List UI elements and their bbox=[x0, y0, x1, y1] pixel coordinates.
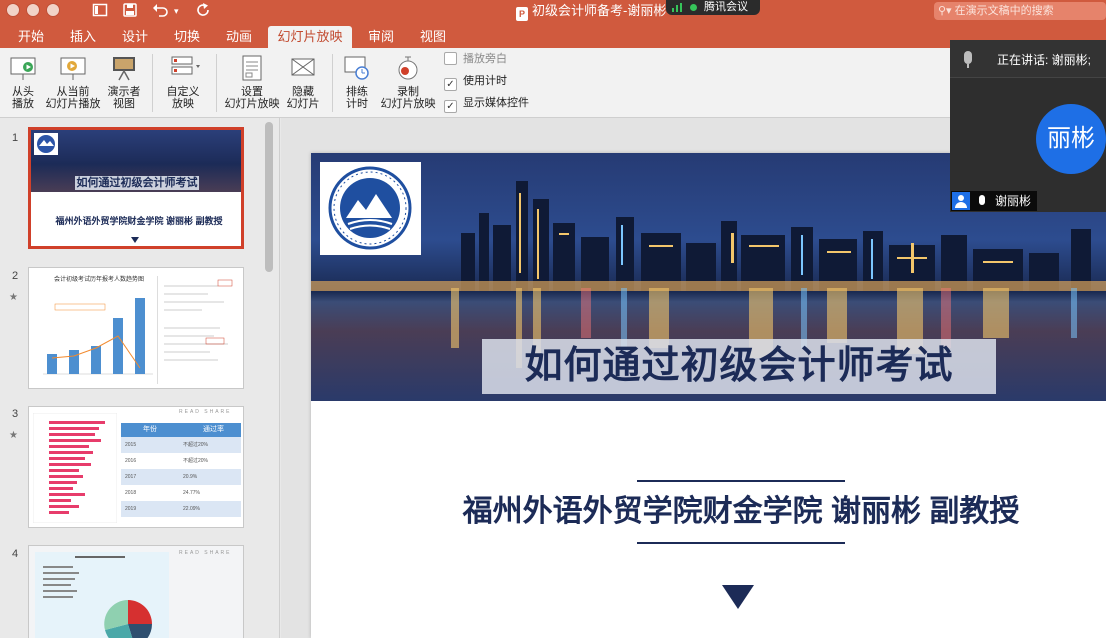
thumb-subtitle: 福州外语外贸学院财金学院 谢丽彬 副教授 bbox=[55, 216, 223, 226]
slide-subtitle[interactable]: 福州外语外贸学院财金学院 谢丽彬 副教授 bbox=[311, 492, 1106, 532]
slide-number: 3 bbox=[12, 408, 19, 420]
play-from-start-button[interactable]: 从头 播放 bbox=[6, 54, 40, 110]
thumb-pink-bar-chart bbox=[33, 413, 117, 523]
thumb-chart-title: 会计初级考试历年报考人数趋势图 bbox=[53, 277, 144, 283]
thumb-text-panel bbox=[157, 276, 237, 384]
tab-slide-show[interactable]: 幻灯片放映 bbox=[268, 26, 352, 48]
ribbon-tabs: 开始 插入 设计 切换 动画 幻灯片放映 审阅 视图 bbox=[0, 22, 1106, 48]
sidebar-toggle-icon[interactable] bbox=[92, 2, 108, 20]
transition-star-icon: ★ bbox=[9, 430, 18, 441]
thumb-logo bbox=[34, 133, 58, 155]
close-window-icon[interactable] bbox=[6, 3, 20, 17]
speaking-indicator: 正在讲话: 谢丽彬; bbox=[997, 53, 1092, 67]
person-icon bbox=[952, 192, 970, 210]
recording-status-dot bbox=[690, 4, 697, 11]
use-timings-checkbox[interactable]: ✓ 使用计时 bbox=[444, 74, 507, 91]
signal-strength-icon bbox=[672, 3, 684, 12]
tab-home[interactable]: 开始 bbox=[8, 26, 54, 48]
thumb-pie-panel bbox=[35, 552, 169, 638]
down-triangle-shape bbox=[722, 585, 754, 609]
ribbon-separator bbox=[216, 54, 217, 112]
rehearse-timings-button[interactable]: 排练 计时 bbox=[340, 54, 374, 110]
slide-thumbnail-2[interactable]: 会计初级考试历年报考人数趋势图 bbox=[28, 267, 244, 389]
play-from-start-icon bbox=[9, 54, 37, 82]
search-input[interactable]: ⚲▾ 在演示文稿中的搜索 bbox=[934, 2, 1106, 20]
document-title: P 初级会计师备考-谢丽彬 bbox=[516, 3, 666, 21]
thumb-table-header: 年份 通过率 bbox=[121, 423, 241, 437]
slide-number: 2 bbox=[12, 270, 19, 282]
current-slide[interactable]: 如何通过初级会计师考试 福州外语外贸学院财金学院 谢丽彬 副教授 bbox=[311, 153, 1106, 638]
slide-number: 4 bbox=[12, 548, 19, 560]
slide-title[interactable]: 如何通过初级会计师考试 bbox=[482, 339, 996, 394]
save-icon[interactable] bbox=[122, 2, 138, 20]
undo-icon[interactable] bbox=[152, 2, 170, 20]
thumb-table-row: 2018 24.77% bbox=[121, 485, 241, 501]
powerpoint-file-icon: P bbox=[516, 7, 528, 21]
subtitle-top-rule bbox=[637, 480, 845, 482]
custom-show-icon bbox=[169, 54, 200, 82]
transition-star-icon: ★ bbox=[9, 292, 18, 303]
thumb-table-row: 2019 22.09% bbox=[121, 501, 241, 517]
search-placeholder: 在演示文稿中的搜索 bbox=[954, 5, 1054, 17]
participant-avatar: 丽彬 bbox=[1036, 104, 1106, 174]
slide-thumbnail-1[interactable]: 如何通过初级会计师考试 福州外语外贸学院财金学院 谢丽彬 副教授 bbox=[28, 127, 244, 249]
slide-thumbnail-4[interactable]: READ SHARE bbox=[28, 545, 244, 638]
title-bar: ▾ P 初级会计师备考-谢丽彬 腾讯会议 ⚲▾ 在演示文稿中的搜索 bbox=[0, 0, 1106, 22]
tab-design[interactable]: 设计 bbox=[112, 26, 158, 48]
play-from-current-icon bbox=[59, 54, 87, 82]
maximize-window-icon[interactable] bbox=[46, 3, 60, 17]
ribbon-separator bbox=[152, 54, 153, 112]
participant-name: 谢丽彬 bbox=[995, 194, 1032, 208]
setup-slide-show-icon bbox=[238, 54, 266, 82]
microphone-icon bbox=[979, 195, 985, 205]
ribbon-separator bbox=[332, 54, 333, 112]
tab-review[interactable]: 审阅 bbox=[358, 26, 404, 48]
university-logo bbox=[320, 162, 421, 255]
meeting-header: 正在讲话: 谢丽彬; bbox=[950, 40, 1106, 78]
thumb-watermark: READ SHARE bbox=[179, 409, 232, 415]
record-slide-show-icon bbox=[394, 54, 422, 82]
ribbon-toolbar: 从头 播放 从当前 幻灯片播放 演示者 视图 自定义 放映 设置 幻灯片放映 隐… bbox=[0, 48, 950, 118]
meeting-video-panel[interactable]: 正在讲话: 谢丽彬; 丽彬 谢丽彬 bbox=[950, 40, 1106, 212]
thumb-bar-chart bbox=[43, 298, 153, 375]
checkbox-unchecked-icon bbox=[444, 52, 457, 65]
rehearse-timings-icon bbox=[343, 54, 371, 82]
thumb-table-row: 2016 不超过20% bbox=[121, 453, 241, 469]
thumbnail-scrollbar[interactable] bbox=[265, 122, 273, 272]
tencent-meeting-indicator[interactable]: 腾讯会议 bbox=[666, 0, 760, 15]
tab-view[interactable]: 视图 bbox=[410, 26, 456, 48]
search-icon: ⚲▾ bbox=[938, 5, 952, 17]
presenter-view-button[interactable]: 演示者 视图 bbox=[106, 54, 142, 110]
thumb-watermark: READ SHARE bbox=[179, 550, 232, 556]
participant-name-bar: 谢丽彬 bbox=[951, 191, 1037, 211]
slide-thumbnail-pane[interactable]: 1 如何通过初级会计师考试 福州外语外贸学院财金学院 谢丽彬 副教授 2 ★ 会… bbox=[0, 118, 280, 638]
show-media-controls-checkbox[interactable]: ✓ 显示媒体控件 bbox=[444, 96, 529, 113]
thumb-table-row: 2015 不超过20% bbox=[121, 437, 241, 453]
hide-slide-icon bbox=[289, 54, 317, 82]
minimize-window-icon[interactable] bbox=[26, 3, 40, 17]
slide-number: 1 bbox=[12, 132, 19, 144]
subtitle-bottom-rule bbox=[637, 542, 845, 544]
undo-dropdown-chevron-icon[interactable]: ▾ bbox=[174, 2, 179, 20]
custom-show-button[interactable]: 自定义 放映 bbox=[160, 54, 206, 110]
document-title-text: 初级会计师备考-谢丽彬 bbox=[532, 3, 667, 18]
meeting-app-label: 腾讯会议 bbox=[704, 1, 748, 13]
redo-icon[interactable] bbox=[196, 2, 212, 20]
presenter-view-icon bbox=[110, 54, 138, 82]
checkbox-checked-icon: ✓ bbox=[444, 100, 457, 113]
thumb-table-row: 2017 20.9% bbox=[121, 469, 241, 485]
tab-animations[interactable]: 动画 bbox=[216, 26, 262, 48]
checkbox-checked-icon: ✓ bbox=[444, 78, 457, 91]
tab-transitions[interactable]: 切换 bbox=[164, 26, 210, 48]
microphone-icon bbox=[964, 51, 972, 68]
play-narrations-checkbox[interactable]: 播放旁白 bbox=[444, 52, 507, 66]
record-slide-show-button[interactable]: 录制 幻灯片放映 bbox=[380, 54, 436, 110]
play-from-current-button[interactable]: 从当前 幻灯片播放 bbox=[44, 54, 102, 110]
thumb-down-triangle bbox=[131, 237, 139, 243]
thumb-title: 如何通过初级会计师考试 bbox=[75, 176, 199, 190]
hide-slide-button[interactable]: 隐藏 幻灯片 bbox=[284, 54, 322, 110]
tab-insert[interactable]: 插入 bbox=[60, 26, 106, 48]
slide-thumbnail-3[interactable]: READ SHARE 年份 通过率 2015 不超过20% 2016 不超过20% … bbox=[28, 406, 244, 528]
setup-slide-show-button[interactable]: 设置 幻灯片放映 bbox=[224, 54, 280, 110]
